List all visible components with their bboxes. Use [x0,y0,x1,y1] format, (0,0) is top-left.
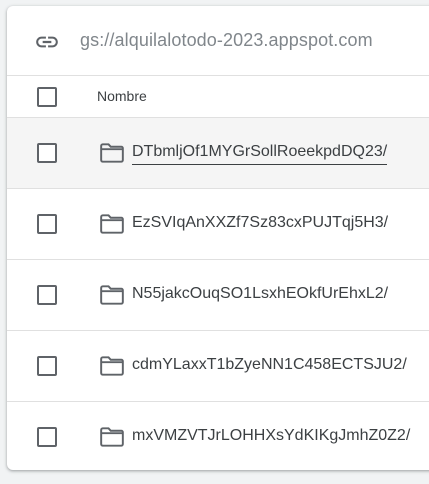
select-all-checkbox[interactable] [37,87,57,107]
row-checkbox[interactable] [37,285,57,305]
folder-icon [100,285,124,305]
folder-icon [100,143,124,163]
row-checkbox[interactable] [37,214,57,234]
row-checkbox[interactable] [37,143,57,163]
folder-link[interactable]: N55jakcOuqSO1LsxhEOkfUrEhxL2/ [132,285,388,306]
folder-link[interactable]: EzSVIqAnXXZf7Sz83cxPUJTqj5H3/ [132,214,388,235]
storage-path-bar: gs://alquilalotodo-2023.appspot.com [7,6,429,76]
table-row[interactable]: DTbmljOf1MYGrSollRoeekpdDQ23/ [7,118,429,189]
link-icon [36,36,58,48]
table-row[interactable]: mxVMZVTJrLOHHXsYdKIKgJmhZ0Z2/ [7,402,429,470]
folder-link[interactable]: DTbmljOf1MYGrSollRoeekpdDQ23/ [132,143,388,165]
table-row[interactable]: EzSVIqAnXXZf7Sz83cxPUJTqj5H3/ [7,189,429,260]
folder-icon [100,427,124,447]
row-checkbox[interactable] [37,356,57,376]
folder-icon [100,214,124,234]
bucket-path: gs://alquilalotodo-2023.appspot.com [80,30,373,50]
folder-link[interactable]: mxVMZVTJrLOHHXsYdKIKgJmhZ0Z2/ [132,427,410,448]
table-row[interactable]: N55jakcOuqSO1LsxhEOkfUrEhxL2/ [7,260,429,331]
table-header: Nombre [7,76,429,118]
table-row[interactable]: cdmYLaxxT1bZyeNN1C458ECTSJU2/ [7,331,429,402]
folder-link[interactable]: cdmYLaxxT1bZyeNN1C458ECTSJU2/ [132,356,407,377]
row-checkbox[interactable] [37,427,57,447]
folder-icon [100,356,124,376]
file-browser-card: gs://alquilalotodo-2023.appspot.com Nomb… [7,6,429,470]
column-header-name[interactable]: Nombre [97,88,147,104]
